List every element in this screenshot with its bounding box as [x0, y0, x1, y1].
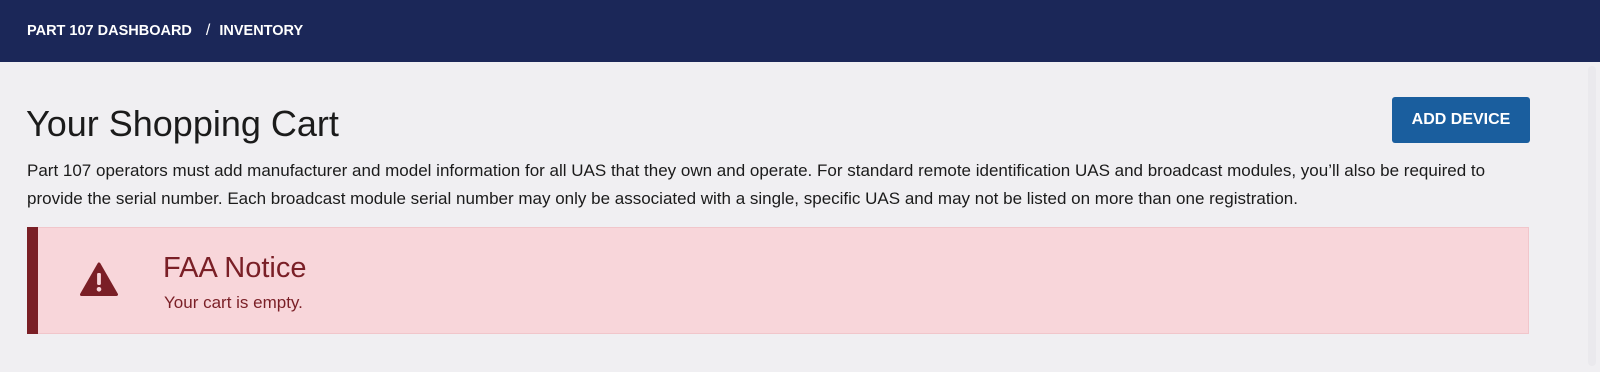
add-device-button[interactable]: ADD DEVICE: [1392, 97, 1530, 143]
scrollbar-thumb[interactable]: [1588, 66, 1596, 366]
warning-icon: [80, 262, 118, 296]
faa-notice-alert: FAA Notice Your cart is empty.: [27, 227, 1529, 334]
breadcrumb-current-inventory: INVENTORY: [219, 23, 304, 39]
alert-heading: FAA Notice: [163, 252, 307, 284]
breadcrumb-separator: /: [205, 22, 211, 39]
top-navigation-bar: PART 107 DASHBOARD / INVENTORY: [0, 0, 1600, 62]
alert-message: Your cart is empty.: [164, 293, 303, 312]
breadcrumb: PART 107 DASHBOARD / INVENTORY: [27, 21, 303, 41]
breadcrumb-link-part-107-dashboard[interactable]: PART 107 DASHBOARD: [27, 23, 192, 39]
page-title: Your Shopping Cart: [26, 103, 339, 144]
page-intro-text: Part 107 operators must add manufacturer…: [27, 161, 1486, 208]
alert-accent-bar: [27, 227, 38, 334]
